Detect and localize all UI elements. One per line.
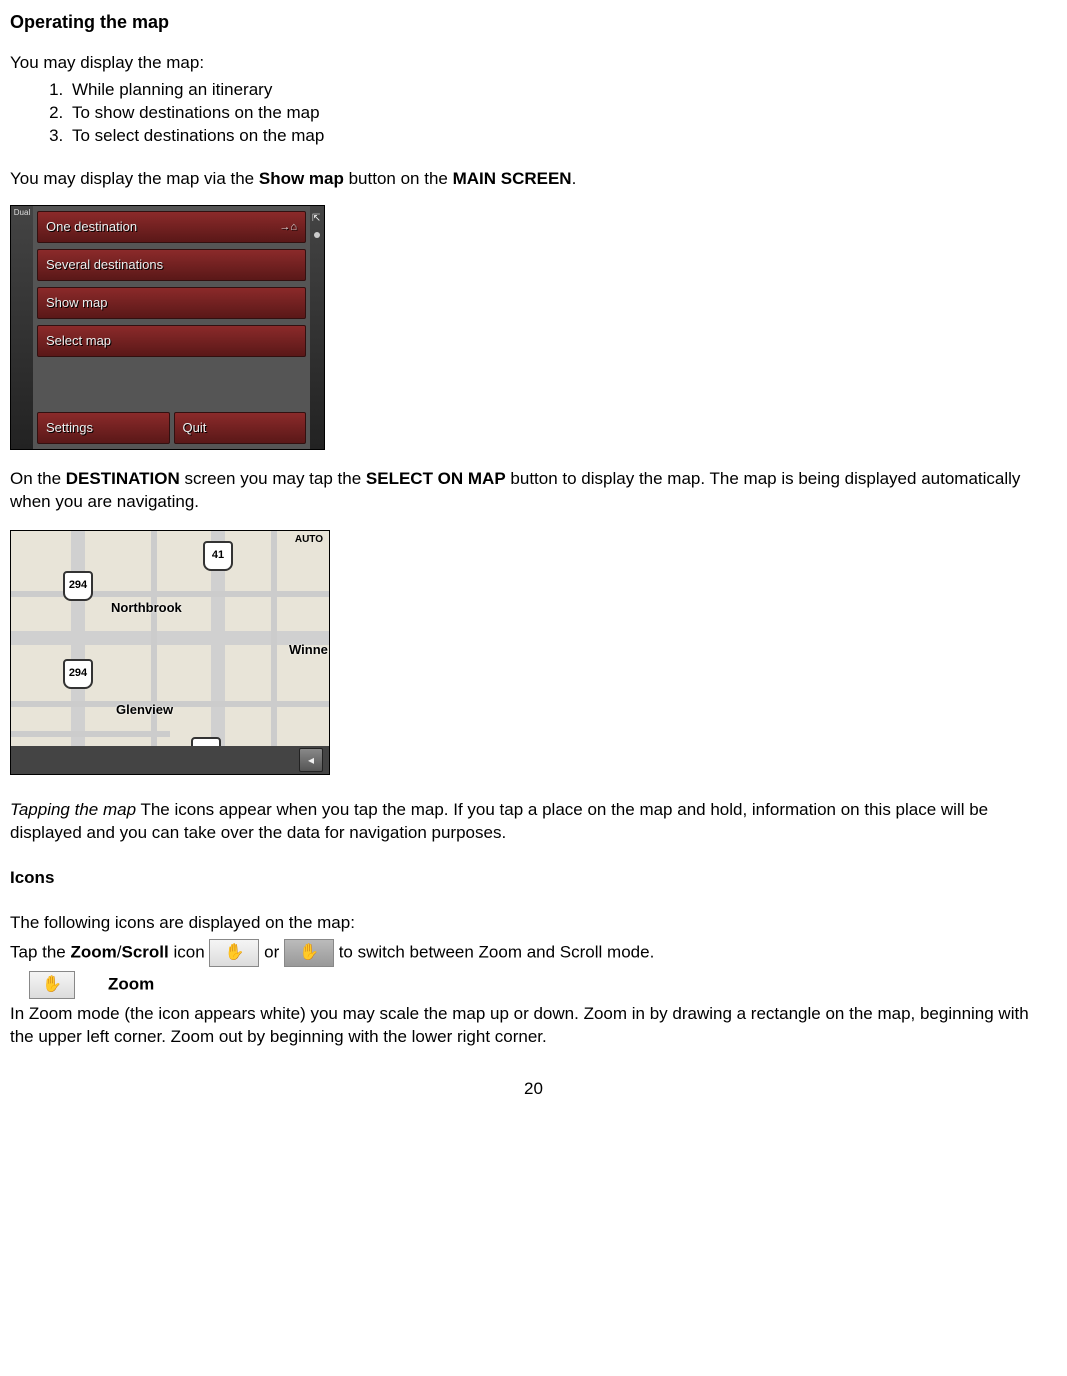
text: On the bbox=[10, 469, 66, 488]
via-line: You may display the map via the Show map… bbox=[10, 168, 1057, 191]
scroll-bold: Scroll bbox=[122, 942, 169, 961]
zoom-row: ✋ Zoom bbox=[10, 971, 1057, 999]
list-item: While planning an itinerary bbox=[68, 79, 1057, 102]
menu-area: One destination →⌂ Several destinations … bbox=[33, 208, 310, 447]
road bbox=[151, 531, 157, 774]
tapping-lead: Tapping the map bbox=[10, 800, 136, 819]
city-label: Glenview bbox=[116, 701, 173, 719]
show-map-bold: Show map bbox=[259, 169, 344, 188]
road bbox=[11, 631, 329, 645]
city-label: Northbrook bbox=[111, 599, 182, 617]
road bbox=[11, 731, 170, 737]
sidebar-arrow-icon: ⇱ bbox=[312, 212, 320, 226]
sidebar-dot-icon bbox=[314, 232, 320, 238]
main-menu-screenshot: Dual ⇱ One destination →⌂ Several destin… bbox=[10, 205, 325, 450]
tapping-para: Tapping the map The icons appear when yo… bbox=[10, 799, 1057, 845]
map-bottom-bar: ◂ bbox=[11, 746, 329, 774]
route-shield: 294 bbox=[63, 571, 93, 601]
home-icon: →⌂ bbox=[279, 220, 297, 235]
scroll-hand-icon: ✋ bbox=[284, 939, 334, 967]
several-destinations-button[interactable]: Several destinations bbox=[37, 249, 306, 281]
select-map-button[interactable]: Select map bbox=[37, 325, 306, 357]
icons-intro: The following icons are displayed on the… bbox=[10, 912, 1057, 935]
left-sidebar: Dual bbox=[11, 206, 33, 449]
map-screenshot: AUTO 294 41 294 94 Northbrook Winne Glen… bbox=[10, 530, 330, 775]
button-label: Show map bbox=[46, 294, 107, 312]
right-sidebar: ⇱ bbox=[310, 206, 324, 449]
one-destination-button[interactable]: One destination →⌂ bbox=[37, 211, 306, 243]
zoom-scroll-line: Tap the Zoom/Scroll icon ✋ or ✋ to switc… bbox=[10, 939, 1057, 967]
section-heading: Operating the map bbox=[10, 10, 1057, 34]
zoom-bold: Zoom bbox=[71, 942, 117, 961]
city-label: Winne bbox=[289, 641, 328, 659]
text: to switch between Zoom and Scroll mode. bbox=[334, 942, 654, 961]
road bbox=[71, 531, 85, 774]
icons-heading: Icons bbox=[10, 868, 54, 887]
show-map-button[interactable]: Show map bbox=[37, 287, 306, 319]
route-shield: 41 bbox=[203, 541, 233, 571]
text: or bbox=[259, 942, 284, 961]
zoom-desc: In Zoom mode (the icon appears white) yo… bbox=[10, 1003, 1057, 1049]
settings-button[interactable]: Settings bbox=[37, 412, 170, 444]
zoom-hand-icon: ✋ bbox=[209, 939, 259, 967]
text: screen you may tap the bbox=[180, 469, 366, 488]
text: Tap the bbox=[10, 942, 71, 961]
button-label: Settings bbox=[46, 419, 93, 437]
route-shield: 294 bbox=[63, 659, 93, 689]
zoom-hand-icon-white: ✋ bbox=[29, 971, 75, 999]
text: button to display the map. bbox=[506, 469, 710, 488]
destination-bold: DESTINATION bbox=[66, 469, 180, 488]
button-label: Several destinations bbox=[46, 256, 163, 274]
road bbox=[271, 531, 277, 774]
select-on-map-bold: SELECT ON MAP bbox=[366, 469, 506, 488]
intro-text: You may display the map: bbox=[10, 52, 1057, 75]
zoom-label: Zoom bbox=[108, 974, 154, 993]
main-screen-bold: MAIN SCREEN bbox=[453, 169, 572, 188]
button-label: Select map bbox=[46, 332, 111, 350]
button-label: Quit bbox=[183, 419, 207, 437]
page-number: 20 bbox=[10, 1078, 1057, 1101]
list-item: To show destinations on the map bbox=[68, 102, 1057, 125]
text: icon bbox=[169, 942, 210, 961]
text: . bbox=[572, 169, 577, 188]
text: You may display the map via the bbox=[10, 169, 259, 188]
collapse-button[interactable]: ◂ bbox=[299, 748, 323, 772]
text: button on the bbox=[344, 169, 453, 188]
text: The icons appear when you tap the map. I… bbox=[10, 800, 988, 842]
display-list: While planning an itinerary To show dest… bbox=[10, 79, 1057, 148]
road bbox=[11, 591, 329, 597]
list-item: To select destinations on the map bbox=[68, 125, 1057, 148]
quit-button[interactable]: Quit bbox=[174, 412, 307, 444]
auto-label: AUTO bbox=[295, 533, 323, 547]
button-label: One destination bbox=[46, 218, 137, 236]
destination-para: On the DESTINATION screen you may tap th… bbox=[10, 468, 1057, 514]
